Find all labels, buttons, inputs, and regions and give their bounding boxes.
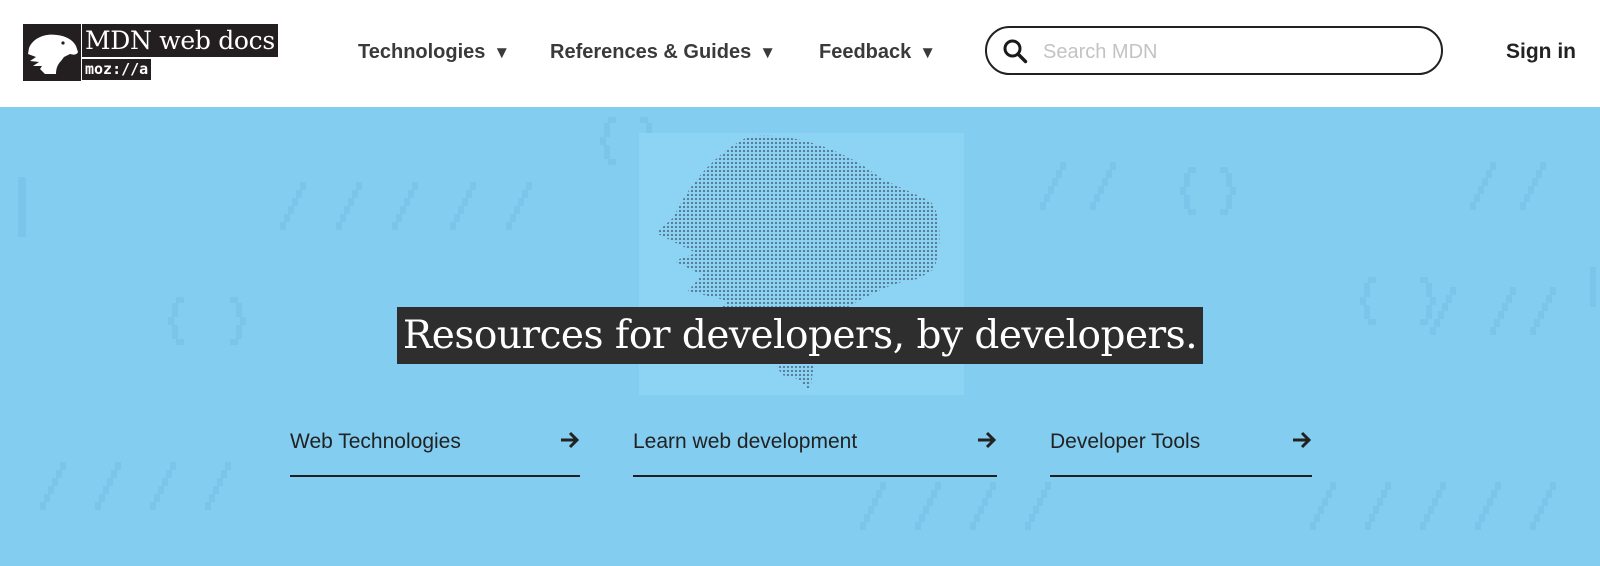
mozilla-wordmark: moz://a bbox=[82, 59, 152, 80]
logo-title: MDN web docs bbox=[82, 24, 278, 57]
search-icon[interactable] bbox=[1002, 38, 1028, 64]
mdn-logo-link[interactable]: MDN web docs moz://a bbox=[23, 24, 287, 81]
arrow-right-icon bbox=[561, 431, 580, 449]
search-input[interactable] bbox=[1041, 36, 1425, 68]
nav-technologies[interactable]: Technologies ▼ bbox=[358, 38, 510, 66]
sign-in-link[interactable]: Sign in bbox=[1506, 38, 1576, 66]
arrow-right-icon bbox=[1293, 431, 1312, 449]
nav-references-guides[interactable]: References & Guides ▼ bbox=[550, 38, 776, 66]
tagline-container: Resources for developers, by developers. bbox=[0, 307, 1600, 364]
hero-banner: Resources for developers, by developers.… bbox=[0, 107, 1600, 566]
nav-references-guides-label: References & Guides bbox=[550, 41, 752, 63]
arrow-right-icon bbox=[978, 431, 997, 449]
search-box bbox=[985, 26, 1443, 75]
developer-tools-label: Developer Tools bbox=[1050, 430, 1201, 453]
dinosaur-head-icon bbox=[23, 24, 81, 81]
caret-down-icon: ▼ bbox=[759, 43, 777, 62]
learn-web-development-label: Learn web development bbox=[633, 430, 858, 453]
caret-down-icon: ▼ bbox=[493, 43, 511, 62]
caret-down-icon: ▼ bbox=[919, 43, 937, 62]
web-technologies-label: Web Technologies bbox=[290, 430, 461, 453]
nav-technologies-label: Technologies bbox=[358, 41, 486, 63]
developer-tools-link[interactable]: Developer Tools bbox=[1050, 421, 1312, 477]
nav-feedback-label: Feedback bbox=[819, 41, 912, 63]
nav-feedback[interactable]: Feedback ▼ bbox=[819, 38, 936, 66]
site-header: MDN web docs moz://a Technologies ▼ Refer… bbox=[0, 0, 1600, 107]
learn-web-development-link[interactable]: Learn web development bbox=[633, 421, 997, 477]
web-technologies-link[interactable]: Web Technologies bbox=[290, 421, 580, 477]
hero-tagline: Resources for developers, by developers. bbox=[396, 307, 1204, 364]
